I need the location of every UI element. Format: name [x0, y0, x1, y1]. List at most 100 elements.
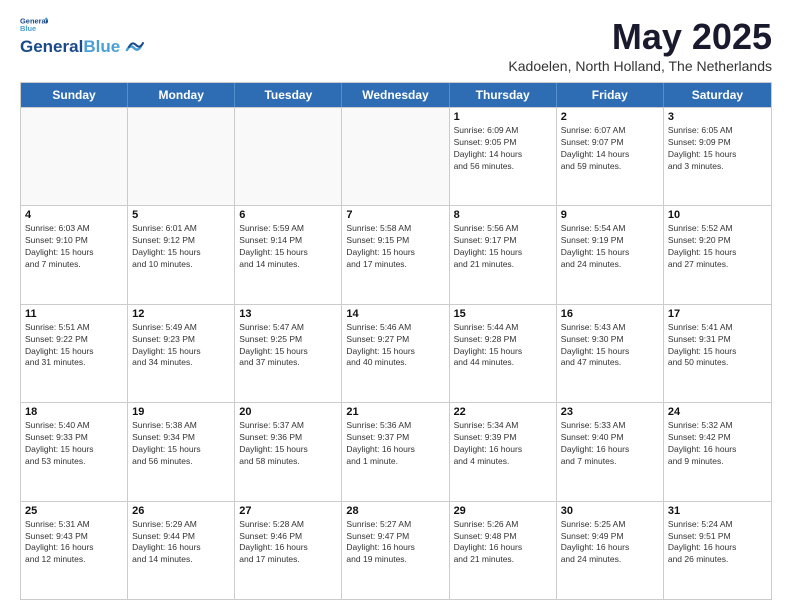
day-info-28: Sunrise: 5:27 AM Sunset: 9:47 PM Dayligh… [346, 519, 444, 567]
day-cell-18: 18 Sunrise: 5:40 AM Sunset: 9:33 PM Dayli… [21, 403, 128, 500]
day-cell-8: 8Sunrise: 5:56 AM Sunset: 9:17 PM Daylig… [450, 206, 557, 303]
day-info-31: Sunrise: 5:24 AM Sunset: 9:51 PM Dayligh… [668, 519, 767, 567]
header-wednesday: Wednesday [342, 83, 449, 107]
day-cell-17: 17 Sunrise: 5:41 AM Sunset: 9:31 PM Dayli… [664, 305, 771, 402]
day-info-22: Sunrise: 5:34 AM Sunset: 9:39 PM Dayligh… [454, 420, 552, 468]
day-number-4: 4 [25, 209, 123, 221]
day-cell-19: 19 Sunrise: 5:38 AM Sunset: 9:34 PM Dayli… [128, 403, 235, 500]
header-tuesday: Tuesday [235, 83, 342, 107]
day-info-27: Sunrise: 5:28 AM Sunset: 9:46 PM Dayligh… [239, 519, 337, 567]
day-number-27: 27 [239, 505, 337, 517]
day-number-10: 10 [668, 209, 767, 221]
day-info-17: Sunrise: 5:41 AM Sunset: 9:31 PM Dayligh… [668, 322, 767, 370]
day-cell-31: 31 Sunrise: 5:24 AM Sunset: 9:51 PM Dayli… [664, 502, 771, 599]
day-info-11: Sunrise: 5:51 AM Sunset: 9:22 PM Dayligh… [25, 322, 123, 370]
logo-general: General [20, 37, 83, 57]
header-monday: Monday [128, 83, 235, 107]
day-number-19: 19 [132, 406, 230, 418]
day-number-11: 11 [25, 308, 123, 320]
day-cell-4: 4 Sunrise: 6:03 AM Sunset: 9:10 PM Daylig… [21, 206, 128, 303]
day-number-1: 1 [454, 111, 552, 123]
day-cell-28: 28 Sunrise: 5:27 AM Sunset: 9:47 PM Dayli… [342, 502, 449, 599]
day-cell-1: 1 Sunrise: 6:09 AM Sunset: 9:05 PM Daylig… [450, 108, 557, 205]
empty-cell-w0d0 [21, 108, 128, 205]
day-cell-22: 22Sunrise: 5:34 AM Sunset: 9:39 PM Dayli… [450, 403, 557, 500]
day-info-10: Sunrise: 5:52 AM Sunset: 9:20 PM Dayligh… [668, 223, 767, 271]
day-info-12: Sunrise: 5:49 AM Sunset: 9:23 PM Dayligh… [132, 322, 230, 370]
title-block: May 2025 Kadoelen, North Holland, The Ne… [508, 16, 772, 74]
day-info-30: Sunrise: 5:25 AM Sunset: 9:49 PM Dayligh… [561, 519, 659, 567]
calendar-header: Sunday Monday Tuesday Wednesday Thursday… [21, 83, 771, 107]
day-cell-2: 2 Sunrise: 6:07 AM Sunset: 9:07 PM Daylig… [557, 108, 664, 205]
day-cell-10: 10 Sunrise: 5:52 AM Sunset: 9:20 PM Dayli… [664, 206, 771, 303]
day-number-7: 7 [346, 209, 444, 221]
day-info-18: Sunrise: 5:40 AM Sunset: 9:33 PM Dayligh… [25, 420, 123, 468]
day-number-18: 18 [25, 406, 123, 418]
page: General Blue General Blue May 2025 Kadoe… [0, 0, 792, 612]
svg-text:Blue: Blue [20, 24, 36, 33]
empty-cell-w0d1 [128, 108, 235, 205]
day-info-23: Sunrise: 5:33 AM Sunset: 9:40 PM Dayligh… [561, 420, 659, 468]
day-info-29: Sunrise: 5:26 AM Sunset: 9:48 PM Dayligh… [454, 519, 552, 567]
day-cell-30: 30 Sunrise: 5:25 AM Sunset: 9:49 PM Dayli… [557, 502, 664, 599]
day-info-15: Sunrise: 5:44 AM Sunset: 9:28 PM Dayligh… [454, 322, 552, 370]
location: Kadoelen, North Holland, The Netherlands [508, 58, 772, 74]
day-info-4: Sunrise: 6:03 AM Sunset: 9:10 PM Dayligh… [25, 223, 123, 271]
day-info-16: Sunrise: 5:43 AM Sunset: 9:30 PM Dayligh… [561, 322, 659, 370]
day-cell-7: 7 Sunrise: 5:58 AM Sunset: 9:15 PM Daylig… [342, 206, 449, 303]
day-cell-20: 20Sunrise: 5:37 AM Sunset: 9:36 PM Dayli… [235, 403, 342, 500]
day-number-29: 29 [454, 505, 552, 517]
day-number-31: 31 [668, 505, 767, 517]
day-info-26: Sunrise: 5:29 AM Sunset: 9:44 PM Dayligh… [132, 519, 230, 567]
day-cell-21: 21Sunrise: 5:36 AM Sunset: 9:37 PM Dayli… [342, 403, 449, 500]
day-number-5: 5 [132, 209, 230, 221]
header-friday: Friday [557, 83, 664, 107]
day-info-25: Sunrise: 5:31 AM Sunset: 9:43 PM Dayligh… [25, 519, 123, 567]
day-cell-23: 23Sunrise: 5:33 AM Sunset: 9:40 PM Dayli… [557, 403, 664, 500]
calendar: Sunday Monday Tuesday Wednesday Thursday… [20, 82, 772, 600]
day-cell-25: 25 Sunrise: 5:31 AM Sunset: 9:43 PM Dayli… [21, 502, 128, 599]
day-info-7: Sunrise: 5:58 AM Sunset: 9:15 PM Dayligh… [346, 223, 444, 271]
week-row-2: 4 Sunrise: 6:03 AM Sunset: 9:10 PM Daylig… [21, 205, 771, 303]
day-number-9: 9 [561, 209, 659, 221]
day-number-28: 28 [346, 505, 444, 517]
day-info-1: Sunrise: 6:09 AM Sunset: 9:05 PM Dayligh… [454, 125, 552, 173]
day-number-6: 6 [239, 209, 337, 221]
day-number-2: 2 [561, 111, 659, 123]
day-number-16: 16 [561, 308, 659, 320]
day-number-24: 24 [668, 406, 767, 418]
day-number-17: 17 [668, 308, 767, 320]
day-info-8: Sunrise: 5:56 AM Sunset: 9:17 PM Dayligh… [454, 223, 552, 271]
header-saturday: Saturday [664, 83, 771, 107]
week-row-4: 18 Sunrise: 5:40 AM Sunset: 9:33 PM Dayli… [21, 402, 771, 500]
logo-wave-icon [123, 36, 145, 58]
day-cell-15: 15Sunrise: 5:44 AM Sunset: 9:28 PM Dayli… [450, 305, 557, 402]
day-cell-9: 9 Sunrise: 5:54 AM Sunset: 9:19 PM Daylig… [557, 206, 664, 303]
day-info-24: Sunrise: 5:32 AM Sunset: 9:42 PM Dayligh… [668, 420, 767, 468]
day-info-19: Sunrise: 5:38 AM Sunset: 9:34 PM Dayligh… [132, 420, 230, 468]
day-cell-24: 24 Sunrise: 5:32 AM Sunset: 9:42 PM Dayli… [664, 403, 771, 500]
day-number-13: 13 [239, 308, 337, 320]
day-info-3: Sunrise: 6:05 AM Sunset: 9:09 PM Dayligh… [668, 125, 767, 173]
day-info-9: Sunrise: 5:54 AM Sunset: 9:19 PM Dayligh… [561, 223, 659, 271]
day-number-14: 14 [346, 308, 444, 320]
day-cell-3: 3 Sunrise: 6:05 AM Sunset: 9:09 PM Daylig… [664, 108, 771, 205]
day-cell-27: 27 Sunrise: 5:28 AM Sunset: 9:46 PM Dayli… [235, 502, 342, 599]
day-cell-16: 16 Sunrise: 5:43 AM Sunset: 9:30 PM Dayli… [557, 305, 664, 402]
day-info-5: Sunrise: 6:01 AM Sunset: 9:12 PM Dayligh… [132, 223, 230, 271]
day-cell-6: 6 Sunrise: 5:59 AM Sunset: 9:14 PM Daylig… [235, 206, 342, 303]
day-number-26: 26 [132, 505, 230, 517]
day-info-6: Sunrise: 5:59 AM Sunset: 9:14 PM Dayligh… [239, 223, 337, 271]
day-info-20: Sunrise: 5:37 AM Sunset: 9:36 PM Dayligh… [239, 420, 337, 468]
logo-icon: General Blue [20, 16, 48, 34]
empty-cell-w0d2 [235, 108, 342, 205]
day-number-30: 30 [561, 505, 659, 517]
day-info-2: Sunrise: 6:07 AM Sunset: 9:07 PM Dayligh… [561, 125, 659, 173]
day-number-3: 3 [668, 111, 767, 123]
day-info-21: Sunrise: 5:36 AM Sunset: 9:37 PM Dayligh… [346, 420, 444, 468]
day-number-25: 25 [25, 505, 123, 517]
empty-cell-w0d3 [342, 108, 449, 205]
week-row-3: 11 Sunrise: 5:51 AM Sunset: 9:22 PM Dayli… [21, 304, 771, 402]
week-row-1: 1 Sunrise: 6:09 AM Sunset: 9:05 PM Daylig… [21, 107, 771, 205]
day-info-13: Sunrise: 5:47 AM Sunset: 9:25 PM Dayligh… [239, 322, 337, 370]
